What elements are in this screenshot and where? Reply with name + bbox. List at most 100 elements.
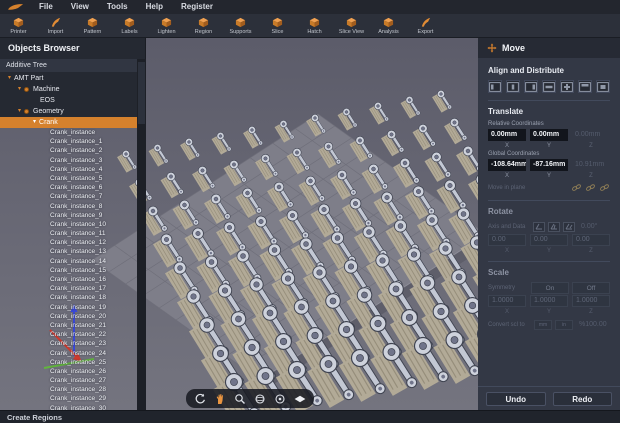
tree-item-crank-instance-29[interactable]: Crank_instance_29 <box>0 394 137 403</box>
relative-x-field[interactable]: 0.00mm <box>488 129 526 141</box>
y-axis-label: Y <box>546 173 551 179</box>
expand-arrow-icon[interactable]: ▾ <box>18 84 21 95</box>
toolbar-labels[interactable]: Labels <box>111 14 148 38</box>
tree-item-crank-instance-7[interactable]: Crank_instance_7 <box>0 192 137 201</box>
tree-item-crank-instance-25[interactable]: Crank_instance_25 <box>0 358 137 367</box>
tree-item-crank-instance-3[interactable]: Crank_instance_3 <box>0 156 137 165</box>
toolbar-label: Export <box>417 28 434 35</box>
tree-item-amt-part[interactable]: ▾ AMT Part <box>0 73 137 84</box>
focus-icon[interactable] <box>274 392 287 405</box>
toolbar-label: Pattern <box>83 28 102 35</box>
tree-item-crank-instance-19[interactable]: Crank_instance_19 <box>0 303 137 312</box>
menu-help[interactable]: Help <box>137 0 172 14</box>
divider <box>488 261 610 262</box>
convert-value-field: %100.00 <box>579 321 607 328</box>
tree-item-crank-instance-6[interactable]: Crank_instance_6 <box>0 183 137 192</box>
tree-item-eos[interactable]: EOS <box>0 95 137 106</box>
redo-button[interactable]: Redo <box>552 392 612 406</box>
align-bottom-button[interactable] <box>596 80 610 93</box>
tree-item-machine[interactable]: ▾ Machine <box>0 84 137 95</box>
toolbar-label: Slice <box>271 28 284 35</box>
x-axis-label: X <box>504 173 509 179</box>
tree-item-crank-instance-22[interactable]: Crank_instance_22 <box>0 330 137 339</box>
tree-item-label: Machine <box>33 86 60 93</box>
toolbar-label: Lighten <box>157 28 176 35</box>
tree-item-crank-instance[interactable]: Crank_instance <box>0 128 137 137</box>
toolbar-slice-view[interactable]: Slice View <box>333 14 370 38</box>
tree-item-geometry[interactable]: ▾ Geometry <box>0 106 137 117</box>
expand-arrow-icon[interactable]: ▾ <box>8 73 11 84</box>
global-y-field[interactable]: -87.16mm <box>530 159 568 171</box>
objects-browser-scrollbar[interactable] <box>137 59 146 410</box>
pan-icon[interactable] <box>214 392 227 405</box>
rotate-x-field: 0.00 <box>488 234 526 246</box>
relative-y-field[interactable]: 0.00mm <box>530 129 568 141</box>
tree-item-crank-instance-9[interactable]: Crank_instance_9 <box>0 211 137 220</box>
align-bottom-icon <box>597 81 609 92</box>
tree-item-crank-instance-12[interactable]: Crank_instance_12 <box>0 238 137 247</box>
tree-item-crank-instance-15[interactable]: Crank_instance_15 <box>0 266 137 275</box>
tree-item-crank-instance-1[interactable]: Crank_instance_1 <box>0 137 137 146</box>
tree-item-crank-instance-4[interactable]: Crank_instance_4 <box>0 165 137 174</box>
tree-item-crank-instance-26[interactable]: Crank_instance_26 <box>0 367 137 376</box>
rotate-angle-field: 0.00° <box>581 223 598 230</box>
tree-item-crank-instance-11[interactable]: Crank_instance_11 <box>0 229 137 238</box>
menu-register[interactable]: Register <box>172 0 222 14</box>
global-axis-labels: X Y Z <box>488 173 610 179</box>
menu-file[interactable]: File <box>30 0 62 14</box>
additive-tree-header[interactable]: Additive Tree <box>0 59 137 72</box>
align-center-horizontal-button[interactable] <box>506 80 520 93</box>
menu-tools[interactable]: Tools <box>98 0 137 14</box>
tree-item-crank-instance-18[interactable]: Crank_instance_18 <box>0 293 137 302</box>
align-section-title: Align and Distribute <box>488 66 564 75</box>
toolbar-analysis[interactable]: Analysis <box>370 14 407 38</box>
tree-item-crank-instance-28[interactable]: Crank_instance_28 <box>0 385 137 394</box>
tree-item-crank[interactable]: ▾ Crank <box>0 117 137 128</box>
rotate-view-icon[interactable] <box>194 392 207 405</box>
tree-item-crank-instance-10[interactable]: Crank_instance_10 <box>0 220 137 229</box>
align-right-button[interactable] <box>524 80 538 93</box>
toolbar-printer[interactable]: Printer <box>0 14 37 38</box>
tree-item-crank-instance-20[interactable]: Crank_instance_20 <box>0 312 137 321</box>
toolbar-hatch[interactable]: Hatch <box>296 14 333 38</box>
toolbar-region[interactable]: Region <box>185 14 222 38</box>
tree-item-crank-instance-13[interactable]: Crank_instance_13 <box>0 247 137 256</box>
tree-item-crank-instance-24[interactable]: Crank_instance_24 <box>0 349 137 358</box>
move-panel-title: Move <box>502 43 526 53</box>
toolbar-label: Labels <box>121 28 138 35</box>
tree-item-crank-instance-2[interactable]: Crank_instance_2 <box>0 146 137 155</box>
rotate-y-axis-icon <box>548 222 560 232</box>
toolbar-import[interactable]: Import <box>37 14 74 38</box>
tree-item-crank-instance-8[interactable]: Crank_instance_8 <box>0 202 137 211</box>
tree-item-crank-instance-21[interactable]: Crank_instance_21 <box>0 321 137 330</box>
x-axis-label: X <box>504 309 509 315</box>
toolbar-slice[interactable]: Slice <box>259 14 296 38</box>
expand-arrow-icon[interactable]: ▾ <box>18 106 21 117</box>
undo-button[interactable]: Undo <box>486 392 546 406</box>
toolbar-lighten[interactable]: Lighten <box>148 14 185 38</box>
toolbar-pattern[interactable]: Pattern <box>74 14 111 38</box>
tree-item-crank-instance-27[interactable]: Crank_instance_27 <box>0 376 137 385</box>
scale-section-title: Scale <box>488 268 509 277</box>
toolbar-export[interactable]: Export <box>407 14 444 38</box>
tree-item-crank-instance-16[interactable]: Crank_instance_16 <box>0 275 137 284</box>
align-left-button[interactable] <box>488 80 502 93</box>
align-middle-vertical-button[interactable] <box>542 80 556 93</box>
toolbar-supports[interactable]: Supports <box>222 14 259 38</box>
tree-item-crank-instance-14[interactable]: Crank_instance_14 <box>0 257 137 266</box>
align-center-both-button[interactable] <box>560 80 574 93</box>
tree-item-crank-instance-17[interactable]: Crank_instance_17 <box>0 284 137 293</box>
rotate-z-field: 0.00 <box>572 234 610 246</box>
expand-arrow-icon[interactable]: ▾ <box>33 117 36 128</box>
geometry-icon <box>24 109 30 114</box>
tree-item-crank-instance-23[interactable]: Crank_instance_23 <box>0 339 137 348</box>
tree-item-crank-instance-5[interactable]: Crank_instance_5 <box>0 174 137 183</box>
menu-view[interactable]: View <box>62 0 98 14</box>
orbit-icon[interactable] <box>254 392 267 405</box>
scrollbar-thumb[interactable] <box>138 62 145 124</box>
zoom-icon[interactable] <box>234 392 247 405</box>
fit-view-icon[interactable] <box>294 392 307 405</box>
app-logo-icon <box>8 3 23 10</box>
global-x-field[interactable]: -108.64mm <box>488 159 526 171</box>
align-top-button[interactable] <box>578 80 592 93</box>
